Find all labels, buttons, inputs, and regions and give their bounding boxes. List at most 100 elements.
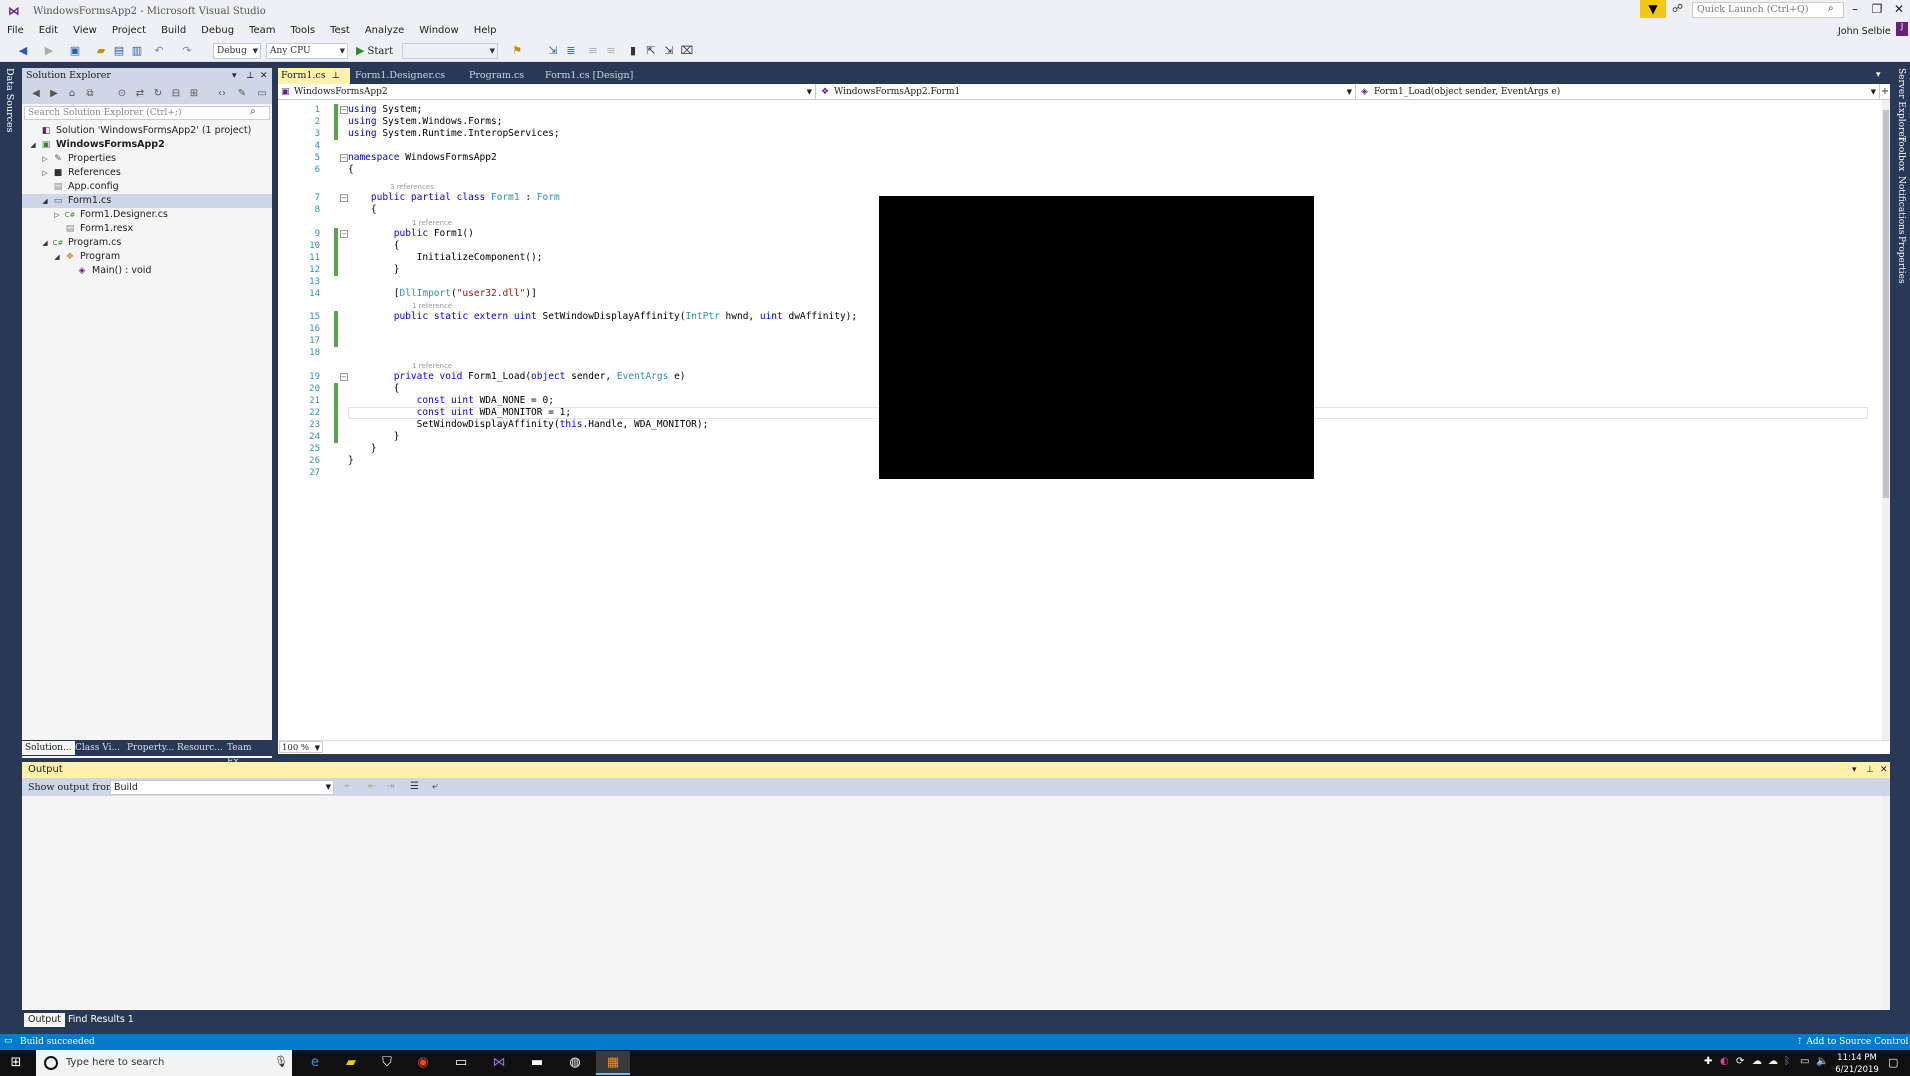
code-line[interactable]: { (348, 164, 354, 176)
file-explorer-icon[interactable]: ▰ (334, 1051, 368, 1075)
pin-icon[interactable]: ⊥ (1866, 762, 1874, 778)
clear-all-icon[interactable]: ☰ (410, 781, 419, 792)
code-line[interactable]: private void Form1_Load(object sender, E… (348, 371, 686, 383)
bookmark-icon[interactable]: ▮ (626, 44, 640, 58)
tab-solution-explorer-bottom[interactable]: Solution... (22, 741, 75, 755)
solution-configuration-select[interactable]: Debug ▼ (213, 43, 261, 59)
solution-platform-select[interactable]: Any CPU ▼ (266, 43, 348, 59)
close-icon[interactable]: ✕ (260, 68, 268, 84)
code-line[interactable]: const uint WDA_MONITOR = 1; (348, 407, 571, 419)
avatar[interactable]: J (1896, 22, 1908, 36)
windows-forms-app-icon[interactable]: ▦ (596, 1051, 630, 1075)
collapse-region-icon[interactable]: − (340, 373, 348, 381)
project-navigation-select[interactable]: ▣ WindowsFormsApp2 ▼ (278, 84, 816, 100)
home-icon[interactable]: ⌂ (66, 88, 78, 100)
maximize-button[interactable]: ❐ (1866, 2, 1888, 20)
expand-arrow-icon[interactable]: ▷ (52, 208, 62, 222)
collapse-region-icon[interactable]: − (340, 154, 348, 162)
visual-studio-icon[interactable]: ⋈ (482, 1051, 516, 1075)
previous-bookmark-icon[interactable]: ⇱ (644, 44, 658, 58)
menu-window[interactable]: Window (412, 22, 466, 36)
tab-solution-explorer-bottom[interactable]: Resourc... (174, 741, 226, 755)
navigate-forward-icon[interactable]: ▶ (42, 44, 56, 58)
new-project-icon[interactable]: ▣ (68, 44, 82, 58)
add-to-source-control-button[interactable]: ⇡ Add to Source Control (1796, 1034, 1908, 1050)
properties-wrench-icon[interactable]: ✎ (236, 88, 248, 100)
tab-solution-explorer-bottom[interactable]: Class Vi... (72, 741, 123, 755)
toggle-word-wrap-icon[interactable]: ⤶ (432, 781, 438, 792)
menu-file[interactable]: File (0, 22, 32, 36)
notifications-tab[interactable]: Notifications (1896, 176, 1906, 235)
go-to-next-message-icon[interactable]: ⇥ (386, 781, 394, 792)
code-line[interactable]: InitializeComponent(); (348, 252, 543, 264)
split-editor-icon[interactable]: + (1880, 84, 1890, 100)
taskbar-clock-time[interactable]: 11:14 PM (1832, 1053, 1882, 1063)
output-text-area[interactable] (22, 796, 1890, 1010)
tray-color-icon[interactable]: ◐ (1720, 1056, 1729, 1067)
solution-explorer-search-input[interactable]: Search Solution Explorer (Ctrl+;) (24, 106, 270, 120)
properties-tab[interactable]: Properties (1896, 236, 1906, 284)
menu-view[interactable]: View (66, 22, 105, 36)
refresh-icon[interactable]: ↻ (152, 88, 164, 100)
data-sources-tab[interactable]: Data Sources (4, 68, 15, 133)
edge-icon[interactable]: e (298, 1051, 332, 1075)
expand-arrow-icon[interactable]: ▷ (40, 166, 50, 180)
tab-list-dropdown-icon[interactable]: ▾ (1876, 70, 1881, 80)
codelens-references[interactable]: 1 reference (412, 302, 452, 310)
code-line[interactable]: using System; (348, 104, 422, 116)
browser-link-icon[interactable]: ⚑ (510, 44, 524, 58)
menu-team[interactable]: Team (242, 22, 283, 36)
menu-test[interactable]: Test (323, 22, 358, 36)
preview-selected-items-icon[interactable]: ▭ (256, 88, 268, 100)
sync-with-active-document-icon[interactable]: ⇄ (134, 88, 146, 100)
tree-item[interactable]: ▷ ■ References (22, 166, 272, 180)
tree-item[interactable]: ◢ ▭ Form1.cs (22, 194, 272, 208)
tab-editor-document[interactable]: Form1.Designer.cs (352, 68, 464, 84)
code-line[interactable]: [DllImport("user32.dll")] (348, 288, 537, 300)
microphone-icon[interactable]: 🎙 (274, 1055, 288, 1068)
show-all-files-icon[interactable]: ⊞ (188, 88, 200, 100)
tab-solution-explorer-bottom[interactable]: Property... (124, 741, 177, 755)
taskbar-search-input[interactable]: Type here to search (66, 1057, 164, 1068)
pending-changes-filter-icon[interactable]: ⊙ (116, 88, 128, 100)
step-over-icon[interactable]: ≣ (564, 44, 578, 58)
tray-sync-icon[interactable]: ⟳ (1736, 1056, 1744, 1067)
close-button[interactable]: ✕ (1888, 2, 1910, 20)
onedrive-icon[interactable]: ☁ (1768, 1056, 1778, 1067)
tab-editor-document[interactable]: Program.cs (466, 68, 540, 84)
quick-launch-input[interactable]: Quick Launch (Ctrl+Q) (1692, 2, 1844, 18)
expand-arrow-icon[interactable]: ◢ (40, 236, 50, 250)
panel-dropdown-icon[interactable]: ▾ (1852, 762, 1857, 778)
redo-icon[interactable]: ↷ (180, 44, 194, 58)
code-line[interactable]: SetWindowDisplayAffinity(this.Handle, WD… (348, 419, 709, 431)
close-icon[interactable]: ✕ (1880, 762, 1888, 778)
tree-item[interactable]: ◢ ❖ Program (22, 250, 272, 264)
next-bookmark-icon[interactable]: ⇲ (662, 44, 676, 58)
tab-solution-explorer-bottom[interactable]: Team Ex... (224, 741, 272, 767)
app-icon[interactable]: ◍ (558, 1051, 592, 1075)
clear-bookmarks-icon[interactable]: ⌧ (680, 44, 694, 58)
menu-edit[interactable]: Edit (32, 22, 66, 36)
pin-icon[interactable]: ⊥ (246, 68, 254, 84)
collapse-all-icon[interactable]: ⊟ (170, 88, 182, 100)
store-icon[interactable]: ⛉ (370, 1051, 404, 1075)
toolbox-tab[interactable]: Toolbox (1896, 136, 1906, 171)
code-line[interactable]: namespace WindowsFormsApp2 (348, 152, 497, 164)
filter-icon[interactable]: ▼ (1640, 0, 1666, 18)
tree-item[interactable]: ◧ Solution 'WindowsFormsApp2' (1 project) (22, 124, 272, 138)
collapse-region-icon[interactable]: − (340, 106, 348, 114)
minimize-button[interactable]: – (1844, 2, 1866, 20)
code-line[interactable]: } (348, 431, 400, 443)
menu-tools[interactable]: Tools (284, 22, 324, 36)
editor-scrollbar-thumb[interactable] (1883, 110, 1889, 498)
member-navigation-select[interactable]: ◈ Form1_Load(object sender, EventArgs e) ▼ (1358, 84, 1880, 100)
code-line[interactable]: public partial class Form1 : Form (348, 192, 560, 204)
code-line[interactable]: } (348, 443, 377, 455)
tab-output[interactable]: Output (24, 1013, 65, 1027)
user-name[interactable]: John Selbie (1838, 26, 1891, 37)
network-icon[interactable]: ▭ (1800, 1056, 1809, 1067)
terminal-icon[interactable]: ▭ (444, 1051, 478, 1075)
show-output-from-select[interactable]: Build ▼ (110, 780, 334, 795)
switch-views-icon[interactable]: ⧉ (84, 88, 96, 100)
tab-editor-document[interactable]: Form1.cs⊥ ✕ (278, 68, 350, 97)
